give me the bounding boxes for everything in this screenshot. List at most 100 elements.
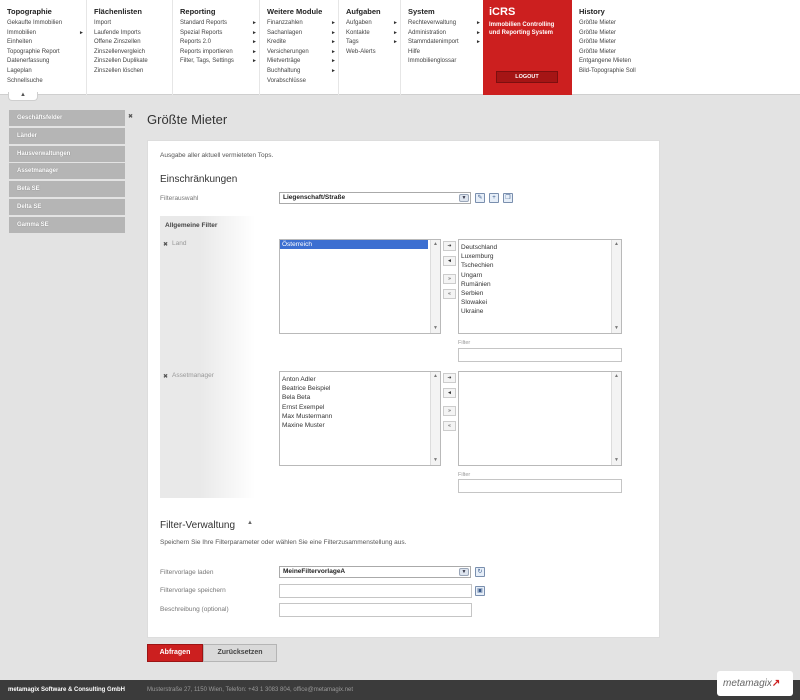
menu-item[interactable]: Stammdatenimport ► [408,38,483,48]
menu-item[interactable]: Administration ► [408,29,483,39]
menu-item[interactable]: Standard Reports ► [180,19,259,29]
menu-item[interactable]: Kontakte ► [346,29,400,39]
scrollbar[interactable]: ▲ ▼ [430,240,440,333]
menu-item[interactable]: Zinszellenvergleich [94,48,172,58]
assetmanager-filter-input[interactable] [458,479,622,493]
scroll-up-icon[interactable]: ▲ [612,240,621,249]
logout-button[interactable]: LOGOUT [496,71,558,83]
menu-item[interactable]: Größte Mieter [579,38,800,48]
vorlage-speichern-input[interactable] [279,584,472,598]
add-filter-icon[interactable]: + [489,193,499,203]
menu-item[interactable]: Buchhaltung ► [267,67,338,77]
menu-item[interactable]: Rechteverwaltung ► [408,19,483,29]
move-right-button[interactable]: ➜ [443,373,456,383]
list-item[interactable]: Maxine Muster [280,421,440,430]
menu-head-aufgaben[interactable]: Aufgaben [346,7,400,16]
sidebar-item-delta-se[interactable]: Delta SE [9,198,125,215]
land-available-list[interactable]: Deutschland Luxemburg Tschechien Ungarn … [458,239,622,334]
menu-item[interactable]: Größte Mieter [579,48,800,58]
sidebar-item-beta-se[interactable]: Beta SE [9,181,125,198]
menu-item[interactable]: Import [94,19,172,29]
sidebar-item-geschaeftsfelder[interactable]: Geschäftsfelder [9,110,125,126]
menu-item[interactable]: Topographie Report [7,48,86,58]
menu-item[interactable]: Tags ► [346,38,400,48]
move-all-right-button[interactable]: » [443,406,456,416]
land-selected-list[interactable]: Österreich ▲ ▼ [279,239,441,334]
menu-head-topographie[interactable]: Topographie [7,7,86,16]
menu-item[interactable]: Immobilien ► [7,29,86,39]
menu-head-history[interactable]: History [579,7,800,16]
move-left-button[interactable]: ◄ [443,388,456,398]
list-item[interactable]: Österreich [280,240,428,250]
menu-item[interactable]: Laufende Imports [94,29,172,39]
scroll-down-icon[interactable]: ▼ [612,456,621,465]
list-item[interactable]: Luxemburg [459,252,621,261]
sidebar-item-assetmanager[interactable]: Assetmanager [9,163,125,180]
move-all-left-button[interactable]: « [443,421,456,431]
menu-item[interactable]: Sachanlagen ► [267,29,338,39]
menu-item[interactable]: Immobilienglossar [408,57,483,67]
menu-item[interactable]: Bild-Topographie Soll [579,67,800,77]
filterauswahl-select[interactable]: Liegenschaft/Straße ▼ [279,192,471,204]
menu-item[interactable]: Zinszellen löschen [94,67,172,77]
assetmanager-available-list[interactable]: ▲ ▼ [458,371,622,466]
list-item[interactable]: Rumänien [459,280,621,289]
move-left-button[interactable]: ◄ [443,256,456,266]
menu-item[interactable]: Hilfe [408,48,483,58]
reset-button[interactable]: Zurücksetzen [203,644,277,662]
menu-item[interactable]: Lageplan [7,67,86,77]
move-all-left-button[interactable]: « [443,289,456,299]
menu-item[interactable]: Vorabschlüsse [267,77,338,87]
move-right-button[interactable]: ➜ [443,241,456,251]
sidebar-close-icon[interactable]: ✖ [128,113,133,120]
sidebar-item-laender[interactable]: Länder [9,127,125,144]
menu-item[interactable]: Filter, Tags, Settings ► [180,57,259,67]
menu-item[interactable]: Kredite ► [267,38,338,48]
assetmanager-selected-list[interactable]: Anton Adler Beatrice Beispiel Bela Beta … [279,371,441,466]
sidebar-item-hausverwaltungen[interactable]: Hausverwaltungen [9,145,125,162]
menu-item[interactable]: Web-Alerts [346,48,400,58]
collapse-section-icon[interactable]: ▲ [247,520,253,526]
menu-item[interactable]: Aufgaben ► [346,19,400,29]
scroll-down-icon[interactable]: ▼ [431,324,440,333]
save-icon[interactable]: ▣ [475,586,485,596]
scroll-up-icon[interactable]: ▲ [612,372,621,381]
list-item[interactable]: Ungarn [459,271,621,280]
scrollbar[interactable]: ▲ ▼ [611,372,621,465]
list-item[interactable]: Ernst Exempel [280,403,440,412]
list-item[interactable]: Slowakei [459,298,621,307]
scroll-down-icon[interactable]: ▼ [431,456,440,465]
list-item[interactable]: Max Mustermann [280,412,440,421]
list-item[interactable]: Beatrice Beispiel [280,384,440,393]
move-all-right-button[interactable]: » [443,274,456,284]
remove-filter-icon[interactable]: ✖ [163,373,168,380]
menu-item[interactable]: Zinszellen Duplikate [94,57,172,67]
collapse-menu-icon[interactable]: ▲ [8,92,38,101]
menu-head-system[interactable]: System [408,7,483,16]
list-item[interactable]: Bela Beta [280,393,440,402]
copy-filter-icon[interactable]: ❐ [503,193,513,203]
list-item[interactable]: Serbien [459,289,621,298]
vorlage-laden-select[interactable]: MeineFiltervorlageA ▼ [279,566,471,578]
menu-item[interactable]: Reports 2.0 ► [180,38,259,48]
scroll-up-icon[interactable]: ▲ [431,240,440,249]
menu-head-flaechenlisten[interactable]: Flächenlisten [94,7,172,16]
list-item[interactable]: Tschechien [459,261,621,270]
menu-item[interactable]: Größte Mieter [579,29,800,39]
menu-item[interactable]: Mietverträge ► [267,57,338,67]
scroll-up-icon[interactable]: ▲ [431,372,440,381]
beschreibung-input[interactable] [279,603,472,617]
sidebar-item-gamma-se[interactable]: Gamma SE [9,216,125,233]
menu-item[interactable]: Schnellsuche [7,77,86,87]
menu-item[interactable]: Gekaufte Immobilien [7,19,86,29]
scroll-down-icon[interactable]: ▼ [612,324,621,333]
load-template-icon[interactable]: ↻ [475,567,485,577]
abfragen-button[interactable]: Abfragen [147,644,203,662]
menu-head-reporting[interactable]: Reporting [180,7,259,16]
menu-item[interactable]: Größte Mieter [579,19,800,29]
list-item[interactable]: Anton Adler [280,375,440,384]
menu-item[interactable]: Reports importieren ► [180,48,259,58]
menu-item[interactable]: Spezial Reports ► [180,29,259,39]
menu-item[interactable]: Finanzzahlen ► [267,19,338,29]
menu-item[interactable]: Offene Zinszellen [94,38,172,48]
